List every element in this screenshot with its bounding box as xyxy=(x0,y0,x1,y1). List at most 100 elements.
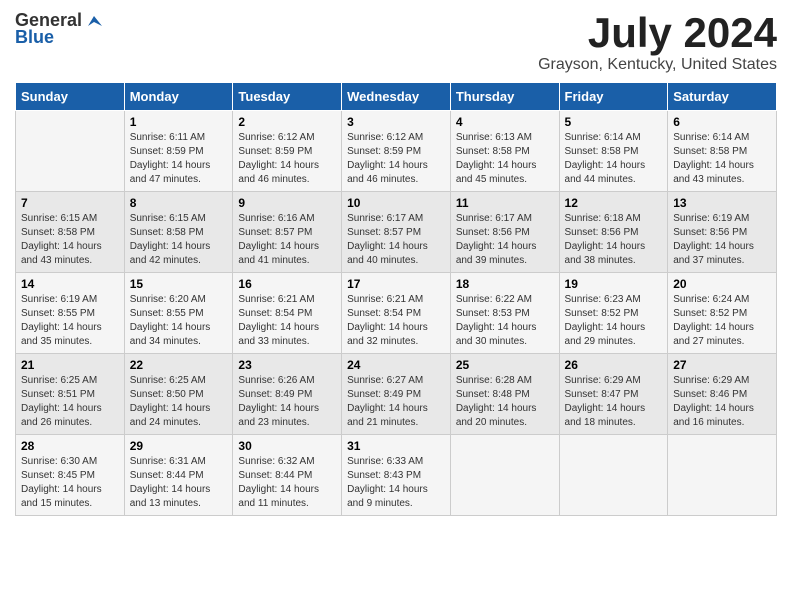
calendar-cell: 6 Sunrise: 6:14 AMSunset: 8:58 PMDaylight… xyxy=(668,111,777,192)
day-info: Sunrise: 6:32 AMSunset: 8:44 PMDaylight:… xyxy=(238,455,336,511)
day-number: 15 xyxy=(130,277,228,291)
calendar-cell: 9Sunrise: 6:16 AMSunset: 8:57 PMDaylight… xyxy=(233,192,342,273)
calendar-week-row: 14Sunrise: 6:19 AMSunset: 8:55 PMDayligh… xyxy=(16,273,777,354)
day-number: 23 xyxy=(238,358,336,372)
day-info: Sunrise: 6:25 AMSunset: 8:50 PMDaylight:… xyxy=(130,374,228,430)
calendar-cell: 12Sunrise: 6:18 AMSunset: 8:56 PMDayligh… xyxy=(559,192,668,273)
day-number: 19 xyxy=(565,277,663,291)
day-info: Sunrise: 6:14 AMSunset: 8:58 PMDaylight:… xyxy=(673,131,771,187)
day-number: 12 xyxy=(565,196,663,210)
day-number: 5 xyxy=(565,115,663,129)
day-number: 17 xyxy=(347,277,445,291)
day-info: Sunrise: 6:17 AMSunset: 8:57 PMDaylight:… xyxy=(347,212,445,268)
day-info: Sunrise: 6:12 AMSunset: 8:59 PMDaylight:… xyxy=(238,131,336,187)
calendar-cell: 26 Sunrise: 6:29 AMSunset: 8:47 PMDayligh… xyxy=(559,354,668,435)
day-info: Sunrise: 6:21 AMSunset: 8:54 PMDaylight:… xyxy=(347,293,445,349)
day-info: Sunrise: 6:27 AMSunset: 8:49 PMDaylight:… xyxy=(347,374,445,430)
day-info: Sunrise: 6:31 AMSunset: 8:44 PMDaylight:… xyxy=(130,455,228,511)
day-number: 20 xyxy=(673,277,771,291)
day-number: 30 xyxy=(238,439,336,453)
calendar-cell: 16 Sunrise: 6:21 AMSunset: 8:54 PMDayligh… xyxy=(233,273,342,354)
calendar-cell xyxy=(16,111,125,192)
day-number: 2 xyxy=(238,115,336,129)
calendar-cell: 23 Sunrise: 6:26 AMSunset: 8:49 PMDayligh… xyxy=(233,354,342,435)
day-info: Sunrise: 6:22 AMSunset: 8:53 PMDaylight:… xyxy=(456,293,554,349)
calendar-cell: 25 Sunrise: 6:28 AMSunset: 8:48 PMDayligh… xyxy=(450,354,559,435)
day-info: Sunrise: 6:16 AMSunset: 8:57 PMDaylight:… xyxy=(238,212,336,268)
day-number: 26 xyxy=(565,358,663,372)
calendar-cell: 29 Sunrise: 6:31 AMSunset: 8:44 PMDayligh… xyxy=(124,435,233,516)
calendar-cell xyxy=(450,435,559,516)
day-info: Sunrise: 6:29 AMSunset: 8:46 PMDaylight:… xyxy=(673,374,771,430)
day-number: 24 xyxy=(347,358,445,372)
day-info: Sunrise: 6:19 AMSunset: 8:56 PMDaylight:… xyxy=(673,212,771,268)
calendar-cell: 21Sunrise: 6:25 AMSunset: 8:51 PMDayligh… xyxy=(16,354,125,435)
day-number: 16 xyxy=(238,277,336,291)
logo-bird-icon xyxy=(84,12,102,30)
day-info: Sunrise: 6:20 AMSunset: 8:55 PMDaylight:… xyxy=(130,293,228,349)
day-info: Sunrise: 6:23 AMSunset: 8:52 PMDaylight:… xyxy=(565,293,663,349)
day-number: 11 xyxy=(456,196,554,210)
day-number: 1 xyxy=(130,115,228,129)
calendar-week-row: 28 Sunrise: 6:30 AMSunset: 8:45 PMDayligh… xyxy=(16,435,777,516)
day-info: Sunrise: 6:21 AMSunset: 8:54 PMDaylight:… xyxy=(238,293,336,349)
calendar-cell: 10Sunrise: 6:17 AMSunset: 8:57 PMDayligh… xyxy=(342,192,451,273)
calendar-cell: 19 Sunrise: 6:23 AMSunset: 8:52 PMDayligh… xyxy=(559,273,668,354)
weekday-header-monday: Monday xyxy=(124,83,233,111)
calendar-week-row: 21Sunrise: 6:25 AMSunset: 8:51 PMDayligh… xyxy=(16,354,777,435)
weekday-header-saturday: Saturday xyxy=(668,83,777,111)
day-number: 6 xyxy=(673,115,771,129)
day-number: 29 xyxy=(130,439,228,453)
logo: General Blue xyxy=(15,10,102,48)
title-section: July 2024 Grayson, Kentucky, United Stat… xyxy=(538,10,777,74)
weekday-header-sunday: Sunday xyxy=(16,83,125,111)
day-number: 21 xyxy=(21,358,119,372)
calendar-cell: 24 Sunrise: 6:27 AMSunset: 8:49 PMDayligh… xyxy=(342,354,451,435)
calendar-cell: 18 Sunrise: 6:22 AMSunset: 8:53 PMDayligh… xyxy=(450,273,559,354)
weekday-header-thursday: Thursday xyxy=(450,83,559,111)
day-number: 28 xyxy=(21,439,119,453)
day-info: Sunrise: 6:15 AMSunset: 8:58 PMDaylight:… xyxy=(130,212,228,268)
day-info: Sunrise: 6:33 AMSunset: 8:43 PMDaylight:… xyxy=(347,455,445,511)
location-subtitle: Grayson, Kentucky, United States xyxy=(538,56,777,74)
day-info: Sunrise: 6:15 AMSunset: 8:58 PMDaylight:… xyxy=(21,212,119,268)
day-info: Sunrise: 6:11 AMSunset: 8:59 PMDaylight:… xyxy=(130,131,228,187)
calendar-cell: 30 Sunrise: 6:32 AMSunset: 8:44 PMDayligh… xyxy=(233,435,342,516)
logo-blue-text: Blue xyxy=(15,27,54,48)
calendar-cell: 4 Sunrise: 6:13 AMSunset: 8:58 PMDaylight… xyxy=(450,111,559,192)
day-number: 27 xyxy=(673,358,771,372)
calendar-week-row: 7 Sunrise: 6:15 AMSunset: 8:58 PMDaylight… xyxy=(16,192,777,273)
weekday-header-wednesday: Wednesday xyxy=(342,83,451,111)
day-number: 18 xyxy=(456,277,554,291)
calendar-table: SundayMondayTuesdayWednesdayThursdayFrid… xyxy=(15,82,777,516)
day-number: 31 xyxy=(347,439,445,453)
weekday-header-row: SundayMondayTuesdayWednesdayThursdayFrid… xyxy=(16,83,777,111)
day-info: Sunrise: 6:24 AMSunset: 8:52 PMDaylight:… xyxy=(673,293,771,349)
day-number: 4 xyxy=(456,115,554,129)
day-number: 7 xyxy=(21,196,119,210)
calendar-cell: 22 Sunrise: 6:25 AMSunset: 8:50 PMDayligh… xyxy=(124,354,233,435)
calendar-cell: 1 Sunrise: 6:11 AMSunset: 8:59 PMDaylight… xyxy=(124,111,233,192)
day-info: Sunrise: 6:17 AMSunset: 8:56 PMDaylight:… xyxy=(456,212,554,268)
calendar-cell: 20 Sunrise: 6:24 AMSunset: 8:52 PMDayligh… xyxy=(668,273,777,354)
day-info: Sunrise: 6:29 AMSunset: 8:47 PMDaylight:… xyxy=(565,374,663,430)
calendar-cell: 3Sunrise: 6:12 AMSunset: 8:59 PMDaylight… xyxy=(342,111,451,192)
day-number: 13 xyxy=(673,196,771,210)
day-info: Sunrise: 6:30 AMSunset: 8:45 PMDaylight:… xyxy=(21,455,119,511)
day-number: 14 xyxy=(21,277,119,291)
day-number: 22 xyxy=(130,358,228,372)
calendar-cell: 11 Sunrise: 6:17 AMSunset: 8:56 PMDayligh… xyxy=(450,192,559,273)
calendar-cell: 15 Sunrise: 6:20 AMSunset: 8:55 PMDayligh… xyxy=(124,273,233,354)
calendar-cell: 7 Sunrise: 6:15 AMSunset: 8:58 PMDaylight… xyxy=(16,192,125,273)
day-number: 8 xyxy=(130,196,228,210)
calendar-cell xyxy=(559,435,668,516)
day-info: Sunrise: 6:12 AMSunset: 8:59 PMDaylight:… xyxy=(347,131,445,187)
day-info: Sunrise: 6:13 AMSunset: 8:58 PMDaylight:… xyxy=(456,131,554,187)
day-info: Sunrise: 6:28 AMSunset: 8:48 PMDaylight:… xyxy=(456,374,554,430)
calendar-cell: 8 Sunrise: 6:15 AMSunset: 8:58 PMDaylight… xyxy=(124,192,233,273)
day-info: Sunrise: 6:26 AMSunset: 8:49 PMDaylight:… xyxy=(238,374,336,430)
calendar-cell xyxy=(668,435,777,516)
day-number: 25 xyxy=(456,358,554,372)
calendar-cell: 5Sunrise: 6:14 AMSunset: 8:58 PMDaylight… xyxy=(559,111,668,192)
calendar-cell: 27 Sunrise: 6:29 AMSunset: 8:46 PMDayligh… xyxy=(668,354,777,435)
